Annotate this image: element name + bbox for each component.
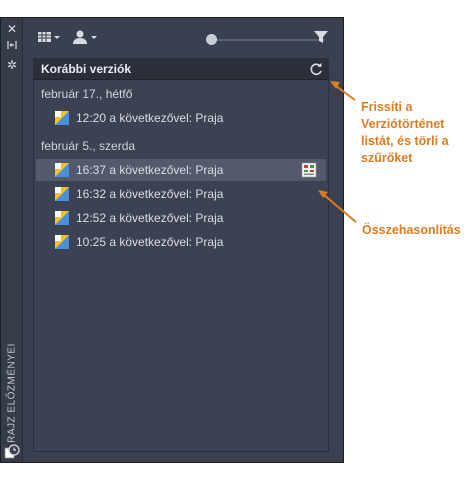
version-row[interactable]: 16:32 a következővel: Praja — [36, 183, 326, 205]
refresh-callout-line: Verziótörténet — [361, 117, 445, 131]
refresh-icon — [310, 62, 322, 75]
drawing-version-icon — [55, 211, 69, 225]
calendar-filter-icon — [38, 32, 60, 42]
version-row[interactable]: 12:52 a következővel: Praja — [36, 207, 326, 229]
palette-title: RAJZ ELŐZMÉNYEI — [6, 343, 18, 443]
refresh-callout-line: Frissíti a — [361, 100, 413, 114]
version-row[interactable]: 10:25 a következővel: Praja — [36, 231, 326, 253]
user-filter-button[interactable] — [72, 28, 100, 46]
funnel-icon — [314, 31, 328, 43]
funnel-filter-button[interactable] — [313, 28, 329, 46]
close-icon[interactable]: ✕ — [4, 22, 20, 36]
drawing-version-icon — [55, 187, 69, 201]
compare-icon — [301, 162, 317, 178]
group-date-label: február 17., hétfő — [41, 87, 133, 101]
version-label: 12:20 a következővel: Praja — [76, 111, 224, 125]
version-label: 10:25 a következővel: Praja — [76, 235, 224, 249]
history-icon[interactable] — [4, 443, 20, 459]
properties-icon[interactable]: ✲ — [4, 58, 20, 72]
version-label: 16:32 a következővel: Praja — [76, 187, 224, 201]
refresh-button[interactable] — [308, 61, 324, 77]
version-label: 16:37 a következővel: Praja — [76, 163, 224, 177]
refresh-callout-line: listát, és törli a — [361, 134, 449, 148]
filter-slider-track[interactable] — [213, 39, 325, 41]
auto-hide-icon[interactable] — [4, 39, 20, 53]
refresh-callout: Frissíti a Verziótörténet listát, és tör… — [361, 99, 449, 167]
palette-toolbar — [23, 18, 343, 56]
compare-button[interactable] — [301, 162, 317, 178]
version-row[interactable]: 12:20 a következővel: Praja — [36, 107, 326, 129]
drawing-version-icon — [55, 235, 69, 249]
compare-callout: Összehasonlítás — [362, 223, 461, 237]
previous-versions-header: Korábbi verziók — [33, 58, 329, 80]
version-row-selected[interactable]: 16:37 a következővel: Praja — [36, 159, 326, 181]
version-list: február 17., hétfő 12:20 a következővel:… — [33, 80, 329, 452]
header-title: Korábbi verziók — [41, 62, 132, 76]
palette-sidebar: ✕ ✲ RAJZ ELŐZMÉNYEI — [1, 18, 23, 462]
user-filter-icon — [73, 30, 97, 44]
version-label: 12:52 a következővel: Praja — [76, 211, 224, 225]
refresh-callout-line: szűrőket — [361, 151, 413, 165]
drawing-history-palette: ✕ ✲ RAJZ ELŐZMÉNYEI Korábbi verziók febr… — [0, 17, 344, 463]
group-date-label: február 5., szerda — [41, 139, 136, 153]
calendar-filter-button[interactable] — [37, 28, 63, 46]
drawing-version-icon — [55, 111, 69, 125]
drawing-version-icon — [55, 163, 69, 177]
filter-slider-thumb[interactable] — [206, 34, 217, 45]
